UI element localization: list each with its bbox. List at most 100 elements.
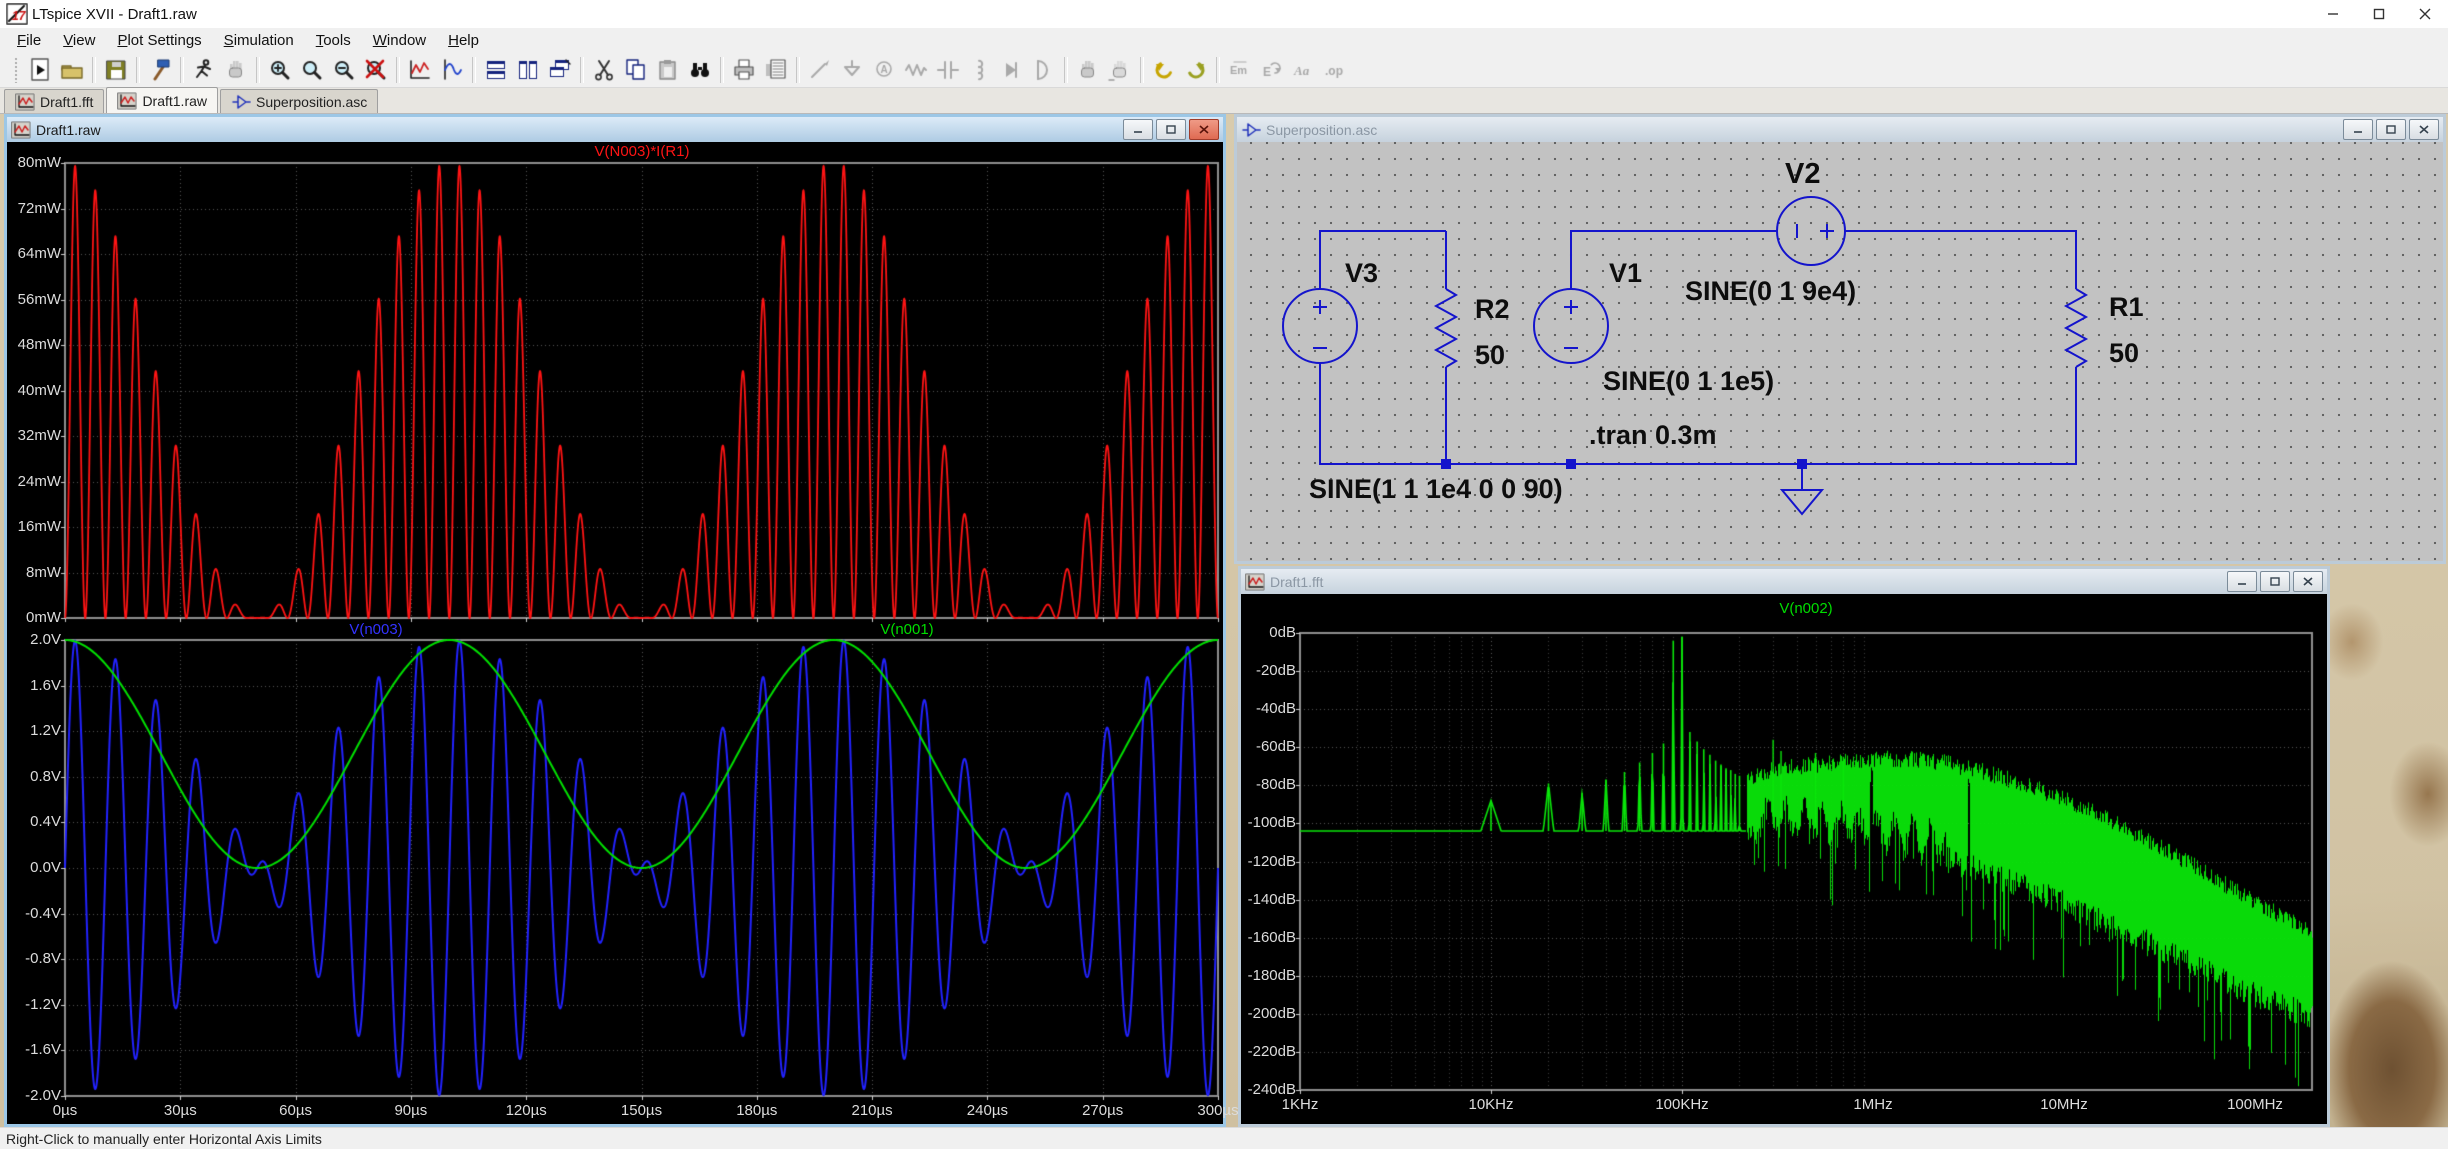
- v2-value-label[interactable]: SINE(0 1 9e4): [1685, 276, 1856, 307]
- v1-polarity-marks: [1564, 300, 1578, 349]
- toolbar-paste-icon[interactable]: [653, 55, 683, 85]
- r1-value-label[interactable]: 50: [2109, 338, 2139, 369]
- raw-restore-button[interactable]: [1156, 119, 1186, 140]
- toolbar-zoom-fit-icon[interactable]: [361, 55, 391, 85]
- tab-draft1-raw[interactable]: Draft1.raw: [106, 87, 219, 113]
- v3-value-label[interactable]: SINE(1 1 1e4 0 0 90): [1309, 474, 1563, 505]
- toolbar-separator: [180, 56, 184, 83]
- toolbar-place-capacitor-icon[interactable]: [933, 55, 963, 85]
- fft-plot-canvas[interactable]: [1241, 594, 2327, 1124]
- schematic-minimize-button[interactable]: [2343, 119, 2373, 140]
- toolbar-open-file-icon[interactable]: [57, 55, 87, 85]
- tran-directive-label[interactable]: .tran 0.3m: [1589, 420, 1717, 451]
- menu-item-simulation[interactable]: Simulation: [213, 29, 305, 52]
- toolbar-zoom-out-icon[interactable]: [329, 55, 359, 85]
- raw-minimize-button[interactable]: [1123, 119, 1153, 140]
- raw-window-title-bar[interactable]: Draft1.raw: [7, 117, 1223, 142]
- raw-close-button[interactable]: [1189, 119, 1219, 140]
- waveform-plot-client[interactable]: V(N003)*I(R1) V(n003) V(n001) 80mW 72mW 64…: [7, 142, 1239, 1124]
- ground-symbol[interactable]: [1779, 489, 1825, 516]
- toolbar-halt-simulation-icon[interactable]: [221, 55, 251, 85]
- toolbar-draw-wire-icon[interactable]: [805, 55, 835, 85]
- voltage-source-v2[interactable]: [1776, 196, 1846, 266]
- fft-plot-client[interactable]: V(n002) 0dB -20dB -40dB -60dB -80dB -100dB -12…: [1241, 594, 2327, 1124]
- fft-db-tick-label: -40dB: [1255, 700, 1296, 718]
- menu-item-plot-settings[interactable]: Plot Settings: [106, 29, 212, 52]
- time-axis-tick-label: 270µs: [1082, 1102, 1124, 1119]
- toolbar-place-resistor-icon[interactable]: [901, 55, 931, 85]
- toolbar-zoom-back-icon[interactable]: [297, 55, 327, 85]
- v1-ref-label[interactable]: V1: [1609, 258, 1642, 289]
- v3-ref-label[interactable]: V3: [1345, 258, 1378, 289]
- wires[interactable]: [1319, 230, 2077, 490]
- fft-db-tick-label: -60dB: [1255, 738, 1296, 756]
- node-junction: [1797, 459, 1807, 469]
- maximize-button[interactable]: [2356, 0, 2402, 28]
- tab-draft1-fft[interactable]: Draft1.fft: [4, 89, 105, 113]
- close-button[interactable]: [2402, 0, 2448, 28]
- toolbar-tile-horizontal-icon[interactable]: [481, 55, 511, 85]
- schematic-window-title: Superposition.asc: [1266, 121, 1378, 138]
- toolbar-place-text-icon[interactable]: [1289, 55, 1319, 85]
- menu-item-window[interactable]: Window: [362, 29, 437, 52]
- toolbar-copy-icon[interactable]: [621, 55, 651, 85]
- toolbar-zoom-in-icon[interactable]: [265, 55, 295, 85]
- toolbar-find-icon[interactable]: [685, 55, 715, 85]
- minimize-button[interactable]: [2310, 0, 2356, 28]
- r2-value-label[interactable]: 50: [1475, 340, 1505, 371]
- toolbar-cascade-windows-icon[interactable]: [545, 55, 575, 85]
- toolbar-run-simulation-icon[interactable]: [189, 55, 219, 85]
- toolbar-place-net-label-icon[interactable]: [869, 55, 899, 85]
- toolbar-new-schematic-icon[interactable]: [25, 55, 55, 85]
- fft-restore-button[interactable]: [2260, 571, 2290, 592]
- toolbar-plot-settings-icon[interactable]: [437, 55, 467, 85]
- v1-value-label[interactable]: SINE(0 1 1e5): [1603, 366, 1774, 397]
- toolbar-control-panel-icon[interactable]: [145, 55, 175, 85]
- toolbar-rotate-icon[interactable]: [1257, 55, 1287, 85]
- toolbar-place-diode-icon[interactable]: [997, 55, 1027, 85]
- menu-item-file[interactable]: File: [6, 29, 52, 52]
- toolbar-print-icon[interactable]: [729, 55, 759, 85]
- toolbar-place-inductor-icon[interactable]: [965, 55, 995, 85]
- menu-item-help[interactable]: Help: [437, 29, 490, 52]
- pane1-trace-legend[interactable]: V(N003)*I(R1): [594, 143, 689, 160]
- schematic-window-title-bar[interactable]: Superposition.asc: [1237, 117, 2443, 142]
- resistor-r2[interactable]: [1433, 288, 1459, 368]
- waveform-plot-canvas[interactable]: [7, 142, 1223, 1124]
- menu-item-view[interactable]: View: [52, 29, 106, 52]
- schematic-canvas[interactable]: V3 V1 V2 SINE(0 1 9e4) R2 50 SINE(0 1 1e5) .tra…: [1237, 142, 2443, 561]
- toolbar-autorange-y-axis-icon[interactable]: [405, 55, 435, 85]
- time-axis-tick-label: 120µs: [505, 1102, 547, 1119]
- schematic-close-button[interactable]: [2409, 119, 2439, 140]
- fft-db-tick-label: 0dB: [1269, 624, 1296, 641]
- toolbar-move-icon[interactable]: [1073, 55, 1103, 85]
- toolbar-drag-icon[interactable]: [1105, 55, 1135, 85]
- fft-trace-legend[interactable]: V(n002): [1779, 600, 1832, 617]
- toolbar-spice-directive-icon[interactable]: [1321, 55, 1351, 85]
- ltspice-logo-icon: [6, 3, 28, 25]
- r2-ref-label[interactable]: R2: [1475, 294, 1510, 325]
- toolbar-undo-icon[interactable]: [1149, 55, 1179, 85]
- toolbar-grip[interactable]: [14, 56, 18, 83]
- toolbar-redo-icon[interactable]: [1181, 55, 1211, 85]
- toolbar-place-ground-icon[interactable]: [837, 55, 867, 85]
- tab-superposition-asc[interactable]: Superposition.asc: [220, 89, 379, 113]
- pane2-trace1-legend[interactable]: V(n003): [349, 621, 402, 638]
- pane2-trace2-legend[interactable]: V(n001): [880, 621, 933, 638]
- toolbar-print-preview-icon[interactable]: [761, 55, 791, 85]
- toolbar-save-icon[interactable]: [101, 55, 131, 85]
- fft-minimize-button[interactable]: [2227, 571, 2257, 592]
- toolbar-mirror-icon[interactable]: [1225, 55, 1255, 85]
- toolbar-cut-icon[interactable]: [589, 55, 619, 85]
- v2-ref-label[interactable]: V2: [1785, 158, 1820, 191]
- schematic-restore-button[interactable]: [2376, 119, 2406, 140]
- fft-window-icon: [1245, 572, 1265, 591]
- menu-item-tools[interactable]: Tools: [305, 29, 362, 52]
- toolbar-place-component-icon[interactable]: [1029, 55, 1059, 85]
- fft-window-title-bar[interactable]: Draft1.fft: [1241, 569, 2327, 594]
- resistor-r1[interactable]: [2063, 288, 2089, 368]
- r1-ref-label[interactable]: R1: [2109, 292, 2144, 323]
- fft-close-button[interactable]: [2293, 571, 2323, 592]
- toolbar-tile-vertical-icon[interactable]: [513, 55, 543, 85]
- main-title-bar[interactable]: LTspice XVII - Draft1.raw: [0, 0, 2448, 29]
